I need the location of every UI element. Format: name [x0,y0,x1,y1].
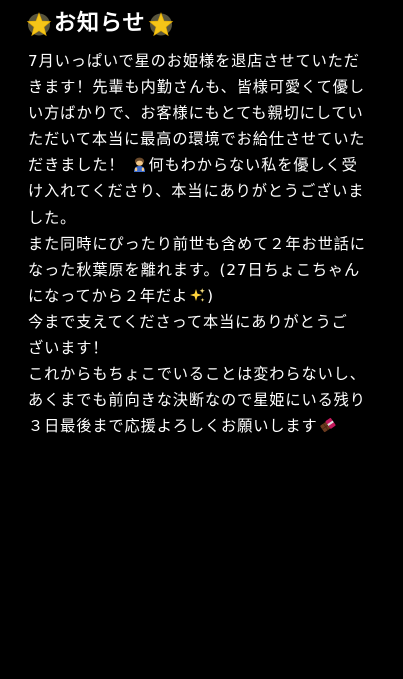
title-row: お知らせ [26,8,174,40]
note-line: ３日最後まで応援よろしくお願いします [28,413,380,439]
note-text: だきました！ [28,156,125,175]
note-text: ３日最後まで応援よろしくお願いします [28,417,318,436]
glowing-star-icon [148,11,174,37]
note-body: 7月いっぱいで星のお姫様を退店させていただ きます！先輩も内勤さんも、皆様可愛く… [28,48,380,439]
note-line: になってから２年だよ ) [28,283,380,309]
note-text: ) [207,286,214,305]
note-line: きます！先輩も内勤さんも、皆様可愛くて優し [28,78,365,97]
sparkles-icon [189,287,206,304]
note-line: け入れてくださり、本当にありがとうございま [28,182,365,201]
person-bowing-icon [131,156,148,173]
note-line: あくまでも前向きな決断なので星姫にいる残り [28,391,366,410]
announcement-note: お知らせ 7月いっぱいで星のお姫様を退店させていただ きます！先輩も内勤さんも、… [0,0,403,679]
note-text: 何もわからない私を優しく受 [148,156,358,175]
note-line: また同時にぴったり前世も含めて２年お世話に [28,234,366,253]
note-line: ただいて本当に最高の環境でお給仕させていた [28,130,366,149]
note-line: だきました！ 何もわからない私を優しく受 [28,152,380,178]
note-line: 7月いっぱいで星のお姫様を退店させていただ [28,52,360,70]
note-line: 今まで支えてくださって本当にありがとうご [28,312,348,331]
note-text: になってから２年だよ [28,286,189,305]
chocolate-bar-icon [319,417,336,434]
note-line: い方ばかりで、お客様にもとても親切にしてい [28,104,364,123]
page-title: お知らせ [54,11,146,36]
note-line: ざいます！ [28,339,109,358]
note-line: これからもちょこでいることは変わらないし、 [28,365,366,384]
note-line: した。 [28,208,77,227]
glowing-star-icon [26,11,52,37]
note-line: なった秋葉原を離れます。(27日ちょこちゃん [28,260,361,279]
